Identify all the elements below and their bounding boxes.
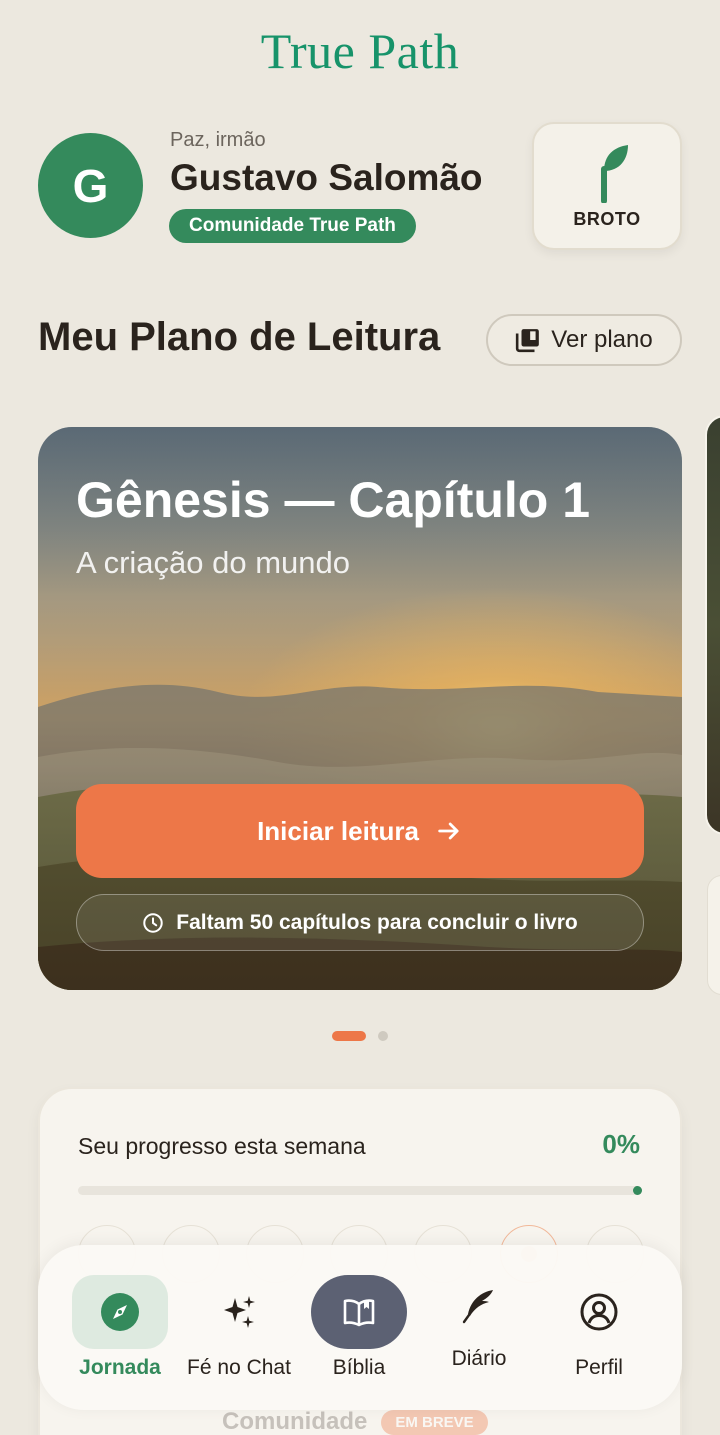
- level-label: BROTO: [573, 208, 641, 229]
- remaining-chapters-pill: Faltam 50 capítulos para concluir o livr…: [76, 894, 644, 951]
- clock-icon: [143, 912, 163, 933]
- weekly-progress-bar: [78, 1186, 642, 1195]
- carousel-dot[interactable]: [378, 1031, 388, 1041]
- nav-item-fe-no-chat[interactable]: Fé no Chat: [179, 1245, 299, 1410]
- sparkles-icon: [224, 1296, 255, 1328]
- open-book-icon: [343, 1299, 375, 1327]
- card-subtitle: A criação do mundo: [76, 545, 351, 580]
- nav-label: Perfil: [575, 1356, 623, 1379]
- arrow-right-icon: [438, 822, 459, 840]
- weekly-progress-end-dot: [633, 1186, 642, 1195]
- app-brand-title: True Path: [260, 23, 460, 79]
- coming-soon-badge: EM BREVE: [381, 1409, 488, 1435]
- weekly-progress-value: 0%: [602, 1129, 640, 1159]
- library-icon: [516, 329, 540, 353]
- nav-label: Bíblia: [332, 1356, 386, 1379]
- bottom-navigation: Jornada Fé no Chat Bíblia Diário Perfil: [38, 1245, 682, 1410]
- start-reading-button[interactable]: Iniciar leitura: [76, 784, 644, 878]
- community-teaser-label: Comunidade: [222, 1408, 368, 1435]
- start-reading-label: Iniciar leitura: [257, 815, 419, 846]
- card-title: Gênesis — Capítulo 1: [76, 472, 591, 528]
- carousel-indicator: [332, 1031, 388, 1041]
- nav-icon-container: [311, 1275, 407, 1349]
- nav-item-perfil[interactable]: Perfil: [539, 1245, 659, 1410]
- weekly-progress-label: Seu progresso esta semana: [78, 1133, 366, 1159]
- nav-label: Diário: [451, 1347, 507, 1370]
- nav-icon-container: [72, 1275, 168, 1349]
- compass-icon: [101, 1293, 139, 1331]
- user-name: Gustavo Salomão: [170, 157, 483, 198]
- remaining-chapters-text: Faltam 50 capítulos para concluir o livr…: [176, 910, 578, 934]
- community-badge: Comunidade True Path: [169, 209, 416, 243]
- avatar[interactable]: G: [38, 133, 143, 238]
- nav-item-diario[interactable]: Diário: [419, 1245, 539, 1410]
- quill-icon: [462, 1290, 493, 1324]
- nav-item-biblia[interactable]: Bíblia: [299, 1245, 419, 1410]
- nav-label: Fé no Chat: [187, 1356, 291, 1379]
- nav-label: Jornada: [79, 1356, 161, 1379]
- carousel-dot-active[interactable]: [332, 1031, 366, 1041]
- reading-card[interactable]: Gênesis — Capítulo 1 A criação do mundo …: [38, 427, 682, 990]
- greeting-text: Paz, irmão: [170, 129, 266, 151]
- section-title: Meu Plano de Leitura: [38, 315, 441, 359]
- nav-item-jornada[interactable]: Jornada: [60, 1245, 180, 1410]
- next-card-peek-lower: [707, 875, 720, 995]
- community-teaser: Comunidade EM BREVE: [222, 1408, 488, 1435]
- level-card[interactable]: BROTO: [532, 122, 682, 250]
- nav-icon-container: [551, 1275, 647, 1349]
- nav-icon-container: [191, 1275, 287, 1349]
- next-card-peek[interactable]: [705, 415, 720, 835]
- user-circle-icon: [580, 1293, 618, 1331]
- sprout-icon: [601, 144, 628, 203]
- view-plan-button[interactable]: Ver plano: [486, 314, 682, 366]
- nav-icon-container: [431, 1269, 527, 1343]
- view-plan-label: Ver plano: [551, 326, 653, 353]
- avatar-initial: G: [72, 159, 109, 212]
